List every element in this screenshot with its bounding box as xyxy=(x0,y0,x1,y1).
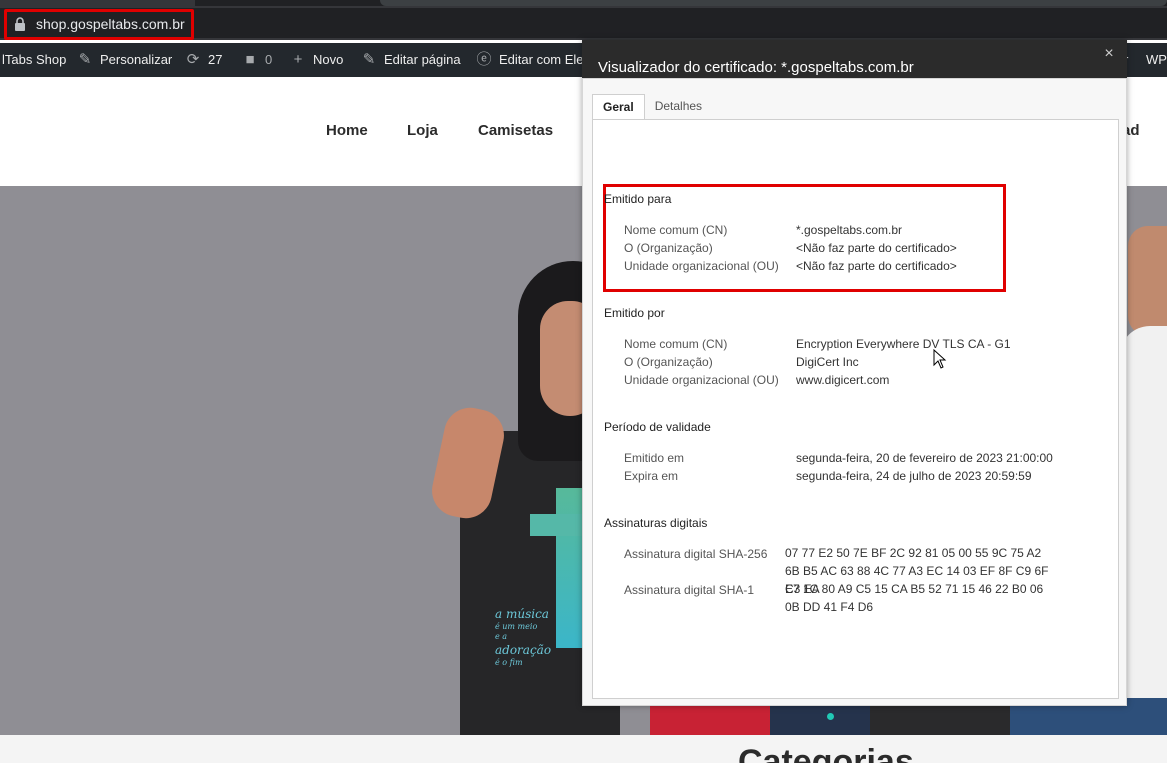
hero-jeans-dark xyxy=(870,706,1010,735)
issued-by-cn-label: Nome comum (CN) xyxy=(624,337,728,351)
shirt-text-line: adoração xyxy=(495,643,552,657)
tab-panel-geral: Emitido para Nome comum (CN) *.gospeltab… xyxy=(592,119,1119,699)
admin-comments[interactable]: ■ 0 xyxy=(241,43,272,77)
certificate-viewer-dialog: Visualizador do certificado: *.gospeltab… xyxy=(582,40,1127,706)
fingerprints-title: Assinaturas digitais xyxy=(604,516,708,530)
admin-edit-page-label: Editar página xyxy=(384,52,461,67)
dialog-title: Visualizador do certificado: *.gospeltab… xyxy=(598,59,914,76)
admin-customize-label: Personalizar xyxy=(100,52,173,67)
dialog-body: Geral Detalhes Emitido para Nome comum (… xyxy=(582,78,1127,706)
admin-wp-menu[interactable]: WP xyxy=(1146,43,1167,77)
pencil-icon: ✎ xyxy=(362,51,376,68)
expires-on-value: segunda-feira, 24 de julho de 2023 20:59… xyxy=(796,469,1032,483)
browser-tab[interactable] xyxy=(380,0,1167,6)
url-highlight-box xyxy=(4,9,194,40)
admin-new-label: Novo xyxy=(313,52,344,67)
tab-geral[interactable]: Geral xyxy=(592,94,645,120)
issued-to-ou-label: Unidade organizacional (OU) xyxy=(624,259,779,273)
admin-new[interactable]: + Novo xyxy=(289,43,344,77)
admin-comments-count: 0 xyxy=(265,52,273,67)
issued-by-o-label: O (Organização) xyxy=(624,355,713,369)
comment-icon: ■ xyxy=(245,51,255,68)
issued-to-cn-label: Nome comum (CN) xyxy=(624,223,728,237)
mouse-cursor-icon xyxy=(933,349,947,369)
admin-site-name-label: lTabs Shop xyxy=(2,52,67,67)
admin-wp-label: WP xyxy=(1146,52,1167,67)
issued-by-o-value: DigiCert Inc xyxy=(796,355,859,369)
dialog-titlebar: Visualizador do certificado: *.gospeltab… xyxy=(582,40,1127,78)
tab-strip xyxy=(195,0,1167,6)
shirt-print-text: a música é um meio e a adoração é o fim xyxy=(495,606,551,668)
shirt-text-line: é o fim xyxy=(495,658,523,667)
issued-to-o-label: O (Organização) xyxy=(624,241,713,255)
slider-dot[interactable] xyxy=(827,713,834,720)
plus-icon: + xyxy=(293,51,303,68)
brush-icon: ✎ xyxy=(78,51,92,68)
nav-loja[interactable]: Loja xyxy=(407,122,438,139)
categories-heading: Categorias xyxy=(738,743,914,763)
issued-by-ou-value: www.digicert.com xyxy=(796,373,890,387)
dialog-tabs: Geral Detalhes xyxy=(592,94,712,120)
issued-to-cn-value: *.gospeltabs.com.br xyxy=(796,223,903,237)
page-content-area xyxy=(0,735,1167,763)
issued-to-ou-value: <Não faz parte do certificado> xyxy=(796,259,957,273)
sha1-value: E7 1C 80 A9 C5 15 CA B5 52 71 15 46 22 B… xyxy=(785,582,1044,614)
admin-edit-with-elementor[interactable]: ⓔ Editar com Ele xyxy=(475,43,584,77)
admin-edit-page[interactable]: ✎ Editar página xyxy=(360,43,461,77)
shirt-text-line: é um meio xyxy=(495,622,538,631)
nav-home[interactable]: Home xyxy=(326,122,368,139)
shirt-cross-icon xyxy=(556,488,582,648)
expires-on-label: Expira em xyxy=(624,469,679,483)
sha256-label: Assinatura digital SHA-256 xyxy=(624,547,768,561)
shirt-text-line: e a xyxy=(495,632,508,641)
hero-person-right-shirt xyxy=(1120,326,1167,735)
hero-jeans-blue xyxy=(770,706,870,735)
issued-on-value: segunda-feira, 20 de fevereiro de 2023 2… xyxy=(796,451,1053,465)
shirt-text-line: a música xyxy=(495,607,549,621)
admin-edit-with-label: Editar com Ele xyxy=(499,52,584,67)
admin-customize[interactable]: ✎ Personalizar xyxy=(76,43,173,77)
issued-by-cn-value: Encryption Everywhere DV TLS CA - G1 xyxy=(796,337,1011,351)
elementor-icon: ⓔ xyxy=(476,51,492,68)
issued-by-title: Emitido por xyxy=(604,306,665,320)
issued-by-ou-label: Unidade organizacional (OU) xyxy=(624,373,779,387)
refresh-icon: ⟳ xyxy=(186,51,200,68)
issued-on-label: Emitido em xyxy=(624,451,685,465)
nav-camisetas[interactable]: Camisetas xyxy=(478,122,553,139)
admin-updates-count: 27 xyxy=(208,52,223,67)
hero-person-right xyxy=(1128,226,1167,336)
close-icon[interactable]: × xyxy=(1101,46,1117,62)
admin-updates[interactable]: ⟳ 27 xyxy=(184,43,223,77)
validity-title: Período de validade xyxy=(604,420,711,434)
issued-to-o-value: <Não faz parte do certificado> xyxy=(796,241,957,255)
hero-jeans-red xyxy=(650,702,770,735)
tab-detalhes[interactable]: Detalhes xyxy=(645,94,712,120)
issued-to-title: Emitido para xyxy=(604,192,672,206)
sha1-label: Assinatura digital SHA-1 xyxy=(624,583,755,597)
admin-site-name[interactable]: lTabs Shop xyxy=(2,43,66,77)
